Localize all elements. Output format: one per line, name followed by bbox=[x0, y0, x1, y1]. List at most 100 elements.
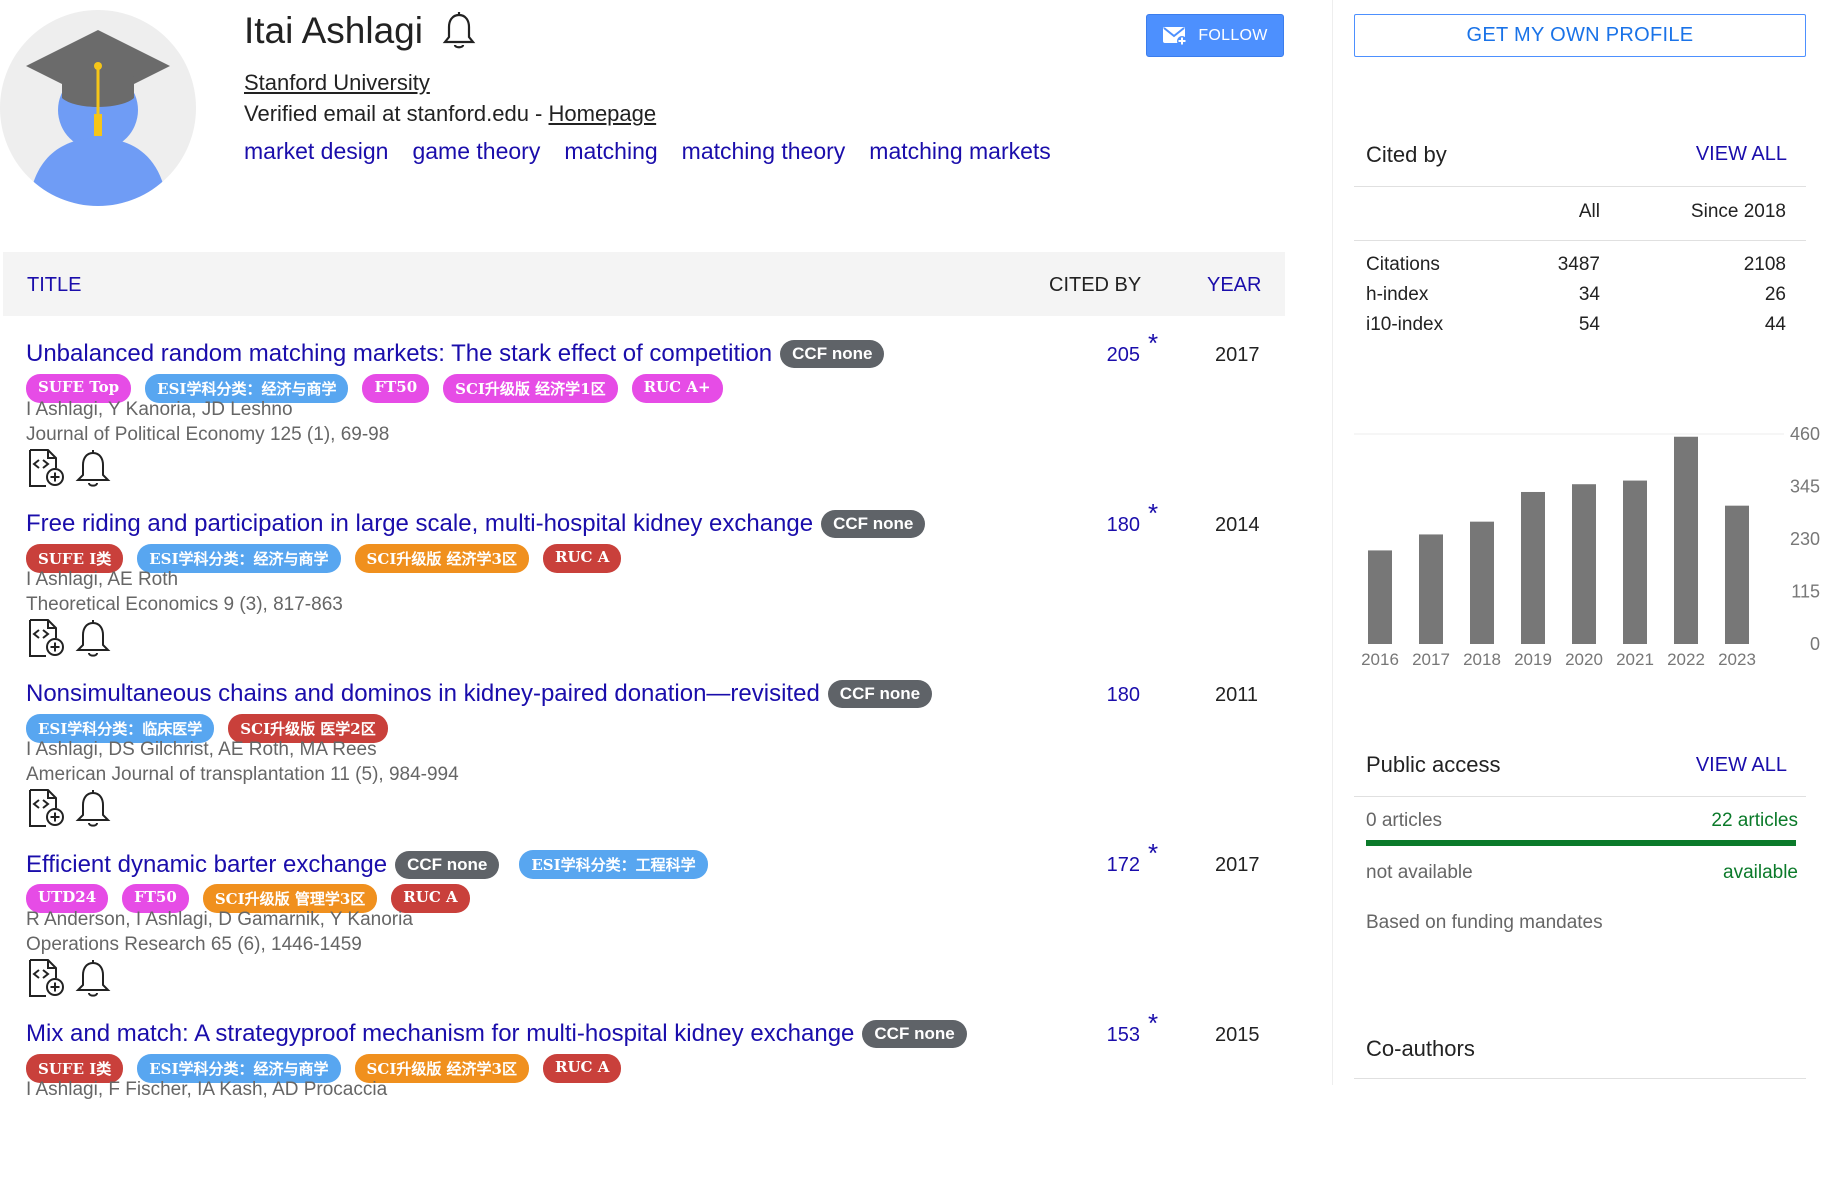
article-title-link[interactable]: Efficient dynamic barter exchange bbox=[26, 851, 387, 879]
merged-citations-star[interactable]: * bbox=[1148, 328, 1158, 359]
y-tick-label: 115 bbox=[1791, 582, 1820, 602]
citation-bar[interactable] bbox=[1470, 521, 1494, 644]
ccf-badge: CCF none bbox=[827, 680, 933, 708]
article-title-line: Nonsimultaneous chains and dominos in ki… bbox=[26, 680, 933, 708]
article-row: Nonsimultaneous chains and dominos in ki… bbox=[0, 680, 1285, 850]
homepage-link[interactable]: Homepage bbox=[549, 101, 657, 126]
interest-link[interactable]: matching theory bbox=[682, 138, 846, 165]
bell-icon[interactable] bbox=[74, 618, 112, 658]
bell-icon[interactable] bbox=[74, 958, 112, 998]
public-access-title: Public access bbox=[1366, 752, 1501, 777]
stat-label: Citations bbox=[1366, 254, 1440, 275]
y-tick-label: 0 bbox=[1810, 634, 1820, 654]
article-year: 2014 bbox=[1215, 514, 1260, 536]
citation-bar[interactable] bbox=[1725, 505, 1749, 644]
x-tick-label: 2023 bbox=[1718, 650, 1756, 668]
available-count[interactable]: 22 articles bbox=[1640, 810, 1798, 832]
article-authors: R Anderson, I Ashlagi, D Gamarnik, Y Kan… bbox=[26, 909, 413, 930]
add-to-library-icon[interactable] bbox=[26, 448, 66, 488]
citation-bar[interactable] bbox=[1368, 550, 1392, 644]
interest-link[interactable]: matching markets bbox=[869, 138, 1051, 165]
sort-by-title[interactable]: TITLE bbox=[27, 274, 81, 297]
y-tick-label: 460 bbox=[1790, 424, 1820, 444]
cited-by-count[interactable]: 180 bbox=[1106, 514, 1140, 537]
citation-bar[interactable] bbox=[1419, 534, 1443, 644]
stat-since: 26 bbox=[1764, 284, 1786, 305]
cited-by-count[interactable]: 205 bbox=[1106, 344, 1140, 367]
x-tick-label: 2021 bbox=[1616, 650, 1654, 668]
rank-badge: SCI升级版 经济学3区 bbox=[354, 544, 529, 573]
stat-all: 3487 bbox=[1557, 254, 1600, 275]
rank-badge: RUC A bbox=[543, 1054, 622, 1083]
add-to-library-icon[interactable] bbox=[26, 788, 66, 828]
article-actions bbox=[26, 788, 112, 828]
y-tick-label: 230 bbox=[1790, 529, 1820, 549]
article-title-link[interactable]: Nonsimultaneous chains and dominos in ki… bbox=[26, 680, 820, 708]
add-to-library-icon[interactable] bbox=[26, 958, 66, 998]
sort-by-year[interactable]: YEAR bbox=[1207, 274, 1261, 297]
article-title-link[interactable]: Mix and match: A strategyproof mechanism… bbox=[26, 1020, 854, 1048]
not-available-count[interactable]: 0 articles bbox=[1366, 810, 1442, 832]
merged-citations-star[interactable]: * bbox=[1148, 498, 1158, 529]
cited-by-view-all[interactable]: VIEW ALL bbox=[1696, 143, 1787, 166]
citation-bar[interactable] bbox=[1572, 484, 1596, 644]
col-all-header: All bbox=[1578, 201, 1600, 222]
article-title-line: Unbalanced random matching markets: The … bbox=[26, 340, 885, 368]
cited-by-count[interactable]: 180 bbox=[1106, 684, 1140, 707]
article-actions bbox=[26, 618, 112, 658]
ccf-badge: CCF none bbox=[395, 850, 500, 879]
add-to-library-icon[interactable] bbox=[26, 618, 66, 658]
cited-by-title: Cited by bbox=[1366, 142, 1447, 167]
article-title-line: Mix and match: A strategyproof mechanism… bbox=[26, 1020, 967, 1048]
available-label: available bbox=[1723, 862, 1798, 883]
ccf-badge: CCF none bbox=[862, 1020, 967, 1048]
rank-badge: ESI学科分类：工程科学 bbox=[519, 850, 708, 879]
rank-badge: FT50 bbox=[362, 374, 430, 403]
interest-link[interactable]: market design bbox=[244, 138, 388, 165]
article-year: 2017 bbox=[1215, 854, 1260, 876]
citation-bar[interactable] bbox=[1623, 480, 1647, 644]
x-tick-label: 2017 bbox=[1412, 650, 1450, 668]
stat-all: 54 bbox=[1578, 314, 1600, 335]
bell-icon[interactable] bbox=[74, 788, 112, 828]
merged-citations-star[interactable]: * bbox=[1148, 838, 1158, 869]
public-access-bar bbox=[1366, 840, 1796, 846]
verified-email: Verified email at stanford.edu - Homepag… bbox=[244, 101, 656, 127]
x-tick-label: 2018 bbox=[1463, 650, 1501, 668]
cited-by-count[interactable]: 153 bbox=[1106, 1024, 1140, 1047]
profile-name: Itai Ashlagi bbox=[244, 10, 423, 51]
public-access-view-all[interactable]: VIEW ALL bbox=[1696, 754, 1787, 777]
cited-by-count[interactable]: 172 bbox=[1106, 854, 1140, 877]
citation-bar[interactable] bbox=[1674, 436, 1698, 644]
article-venue: Theoretical Economics 9 (3), 817-863 bbox=[26, 594, 343, 615]
article-actions bbox=[26, 958, 112, 998]
merged-citations-star[interactable]: * bbox=[1148, 1008, 1158, 1039]
follow-label: FOLLOW bbox=[1198, 26, 1268, 44]
follow-bell-icon[interactable] bbox=[441, 11, 477, 51]
article-title-link[interactable]: Unbalanced random matching markets: The … bbox=[26, 340, 772, 368]
funding-mandates-note: Based on funding mandates bbox=[1366, 912, 1603, 933]
article-authors: I Ashlagi, Y Kanoria, JD Leshno bbox=[26, 399, 293, 420]
follow-button[interactable]: FOLLOW bbox=[1146, 14, 1284, 57]
stat-since: 2108 bbox=[1743, 254, 1786, 275]
bell-icon[interactable] bbox=[74, 448, 112, 488]
email-text: Verified email at stanford.edu - bbox=[244, 101, 549, 126]
article-venue: Operations Research 65 (6), 1446-1459 bbox=[26, 934, 362, 955]
affiliation-link[interactable]: Stanford University bbox=[244, 70, 430, 96]
article-venue: Journal of Political Economy 125 (1), 69… bbox=[26, 424, 390, 445]
stat-since: 44 bbox=[1764, 314, 1786, 335]
column-divider bbox=[1332, 0, 1333, 1085]
avatar bbox=[0, 10, 196, 206]
article-authors: I Ashlagi, AE Roth bbox=[26, 569, 179, 590]
mail-plus-icon bbox=[1163, 26, 1188, 46]
article-title-link[interactable]: Free riding and participation in large s… bbox=[26, 510, 813, 538]
citation-bar[interactable] bbox=[1521, 491, 1545, 644]
articles-table-header: TITLE CITED BY YEAR bbox=[3, 252, 1285, 316]
research-interests: market design game theory matching match… bbox=[244, 138, 1051, 165]
citations-per-year-chart: 2016 2017 2018 2019 2020 2021 2022 2023 0 115 230 3… bbox=[1354, 424, 1820, 668]
interest-link[interactable]: game theory bbox=[412, 138, 540, 165]
interest-link[interactable]: matching bbox=[564, 138, 657, 165]
get-own-profile-button[interactable]: GET MY OWN PROFILE bbox=[1354, 14, 1806, 57]
divider bbox=[1354, 186, 1806, 187]
divider bbox=[1354, 240, 1806, 241]
